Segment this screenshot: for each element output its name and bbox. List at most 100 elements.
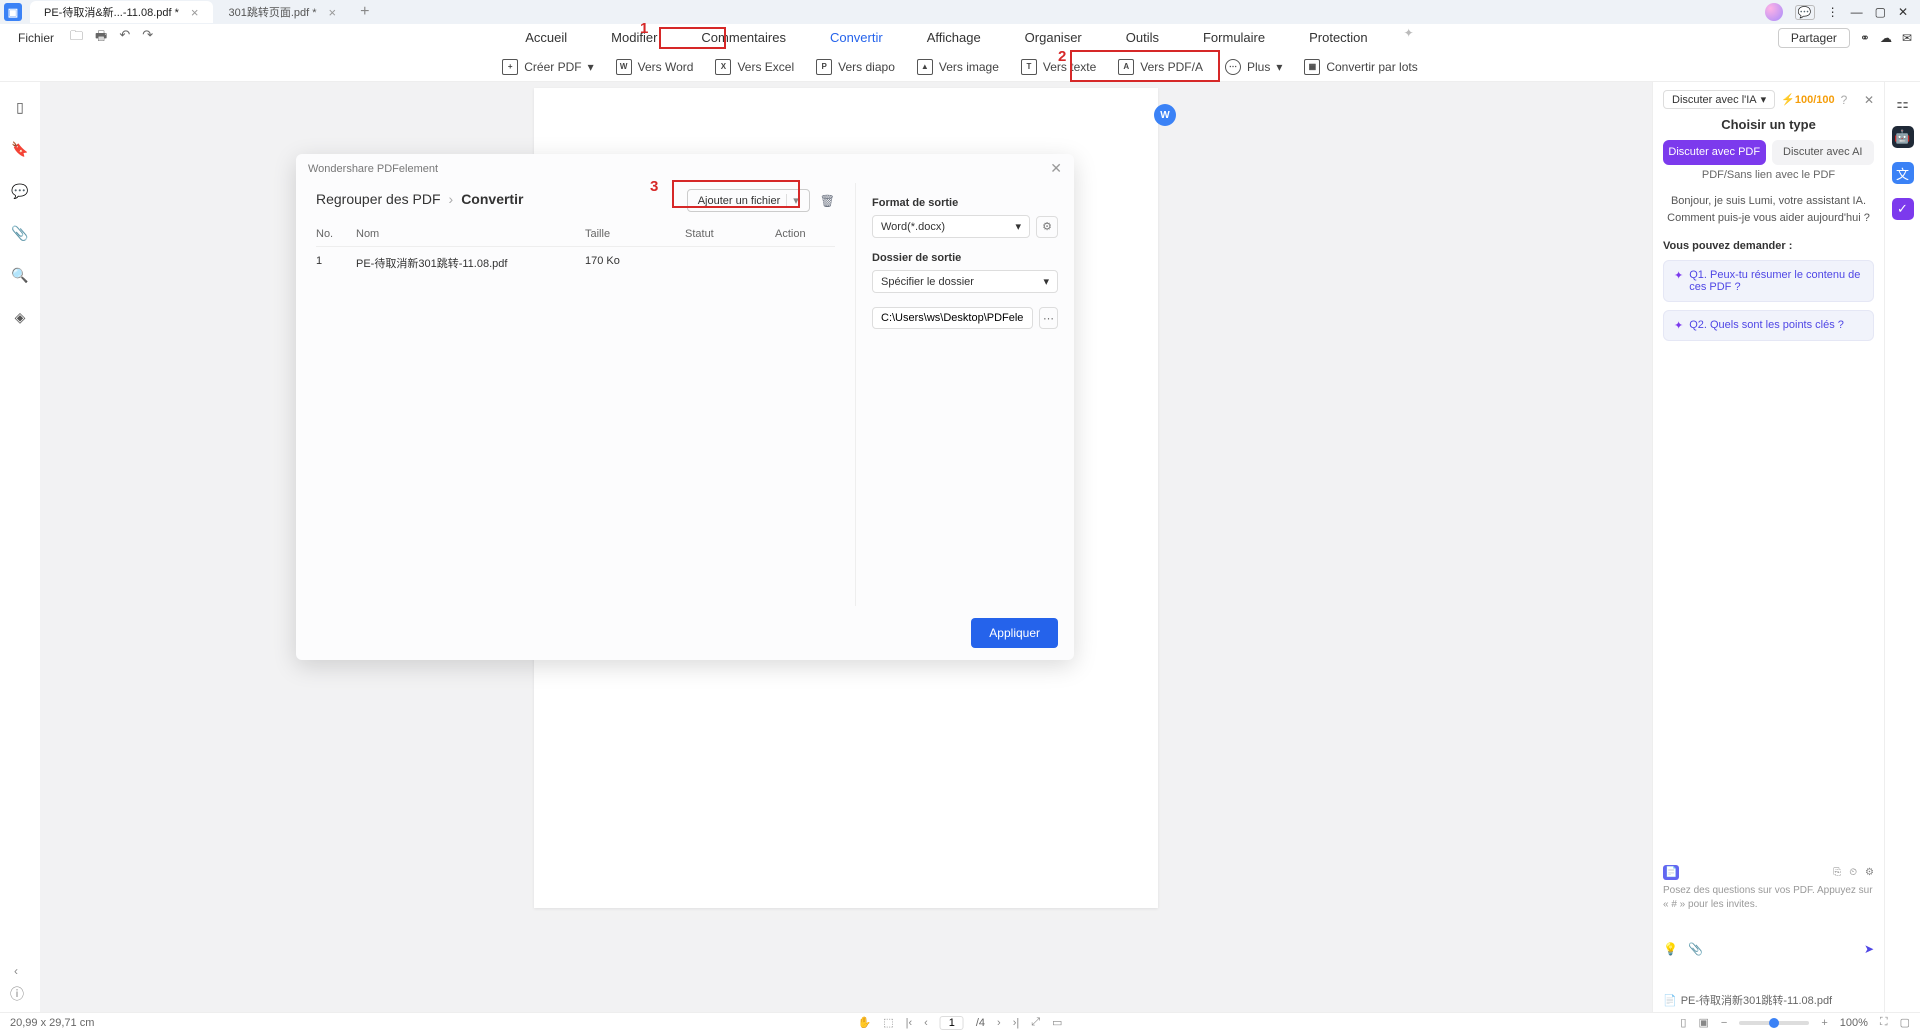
attach-icon[interactable]: 📎 <box>1688 942 1703 956</box>
settings-icon[interactable]: ⚙ <box>1865 867 1874 878</box>
to-diapo-button[interactable]: PVers diapo <box>816 59 895 75</box>
chevron-down-icon[interactable]: ▾ <box>786 194 799 207</box>
next-page-icon[interactable]: › <box>997 1017 1001 1029</box>
layers-icon[interactable]: ◈ <box>11 308 29 326</box>
close-icon[interactable]: × <box>329 5 337 20</box>
file-icon: 📄 <box>1663 994 1677 1007</box>
hand-tool-icon[interactable]: ✋ <box>858 1016 872 1029</box>
translate-icon[interactable]: 文 <box>1892 162 1914 184</box>
path-input[interactable] <box>872 307 1033 329</box>
menu-protection[interactable]: Protection <box>1301 26 1376 49</box>
help-icon[interactable]: ⓘ <box>10 984 24 1004</box>
mail-icon[interactable]: ✉ <box>1902 31 1912 45</box>
document-tab-2[interactable]: 301跳转页面.pdf * × <box>215 1 351 23</box>
more-icon[interactable]: ⋮ <box>1827 5 1839 19</box>
last-page-icon[interactable]: ›| <box>1013 1017 1020 1029</box>
table-row[interactable]: 1 PE-待取消新301跳转-11.08.pdf 170 Ko <box>316 247 835 279</box>
to-word-button[interactable]: WVers Word <box>616 59 694 75</box>
add-tab-button[interactable]: + <box>352 3 377 21</box>
ai-mode-dropdown[interactable]: Discuter avec l'IA ▾ <box>1663 90 1775 109</box>
word-badge-icon[interactable]: W <box>1154 104 1176 126</box>
select-tool-icon[interactable]: ⬚ <box>883 1016 893 1029</box>
cloud-icon[interactable]: ☁ <box>1880 31 1892 45</box>
maximize-icon[interactable]: ▢ <box>1875 5 1886 19</box>
menu-modifier[interactable]: Modifier <box>603 26 665 49</box>
copy-icon[interactable]: ⎘ <box>1833 867 1841 878</box>
zoom-out-icon[interactable]: − <box>1721 1017 1727 1029</box>
fullscreen-icon[interactable]: ⛶ <box>1880 1016 1888 1029</box>
zoom-thumb[interactable] <box>1769 1018 1779 1028</box>
save-icon[interactable]: 🗀 <box>70 27 83 49</box>
menu-organiser[interactable]: Organiser <box>1017 26 1090 49</box>
to-excel-button[interactable]: XVers Excel <box>715 59 794 75</box>
add-file-button[interactable]: Ajouter un fichier ▾ <box>687 189 810 212</box>
zoom-slider[interactable] <box>1739 1021 1809 1025</box>
minimize-icon[interactable]: — <box>1851 5 1863 19</box>
file-menu[interactable]: Fichier <box>8 31 64 45</box>
strip-settings-icon[interactable]: ⚏ <box>1894 94 1912 112</box>
check-icon[interactable]: ✓ <box>1892 198 1914 220</box>
undo-icon[interactable]: ↶ <box>119 27 130 49</box>
chevron-down-icon: ▾ <box>1761 93 1767 106</box>
help-icon[interactable]: ? <box>1841 93 1848 107</box>
format-select[interactable]: Word(*.docx)▾ <box>872 215 1030 238</box>
batch-convert-button[interactable]: ▦Convertir par lots <box>1304 59 1417 75</box>
fit-page-icon[interactable]: ▢ <box>1900 1016 1910 1029</box>
lightbulb-icon[interactable]: ✦ <box>1404 26 1414 49</box>
thumbnails-icon[interactable]: ▯ <box>11 98 29 116</box>
fit-icon[interactable]: ⤢ <box>1031 1016 1040 1029</box>
format-settings-icon[interactable]: ⚙ <box>1036 216 1058 238</box>
menu-formulaire[interactable]: Formulaire <box>1195 26 1273 49</box>
plus-icon: + <box>502 59 518 75</box>
chat-icon[interactable]: 💬 <box>1795 5 1815 20</box>
menu-commentaires[interactable]: Commentaires <box>693 26 794 49</box>
ai-orb-icon[interactable] <box>1765 3 1783 21</box>
send-icon[interactable]: ➤ <box>1864 942 1874 956</box>
redo-icon[interactable]: ↷ <box>142 27 153 49</box>
menu-affichage[interactable]: Affichage <box>919 26 989 49</box>
bookmarks-icon[interactable]: 🔖 <box>11 140 29 158</box>
share-link-icon[interactable]: ⚭ <box>1860 31 1870 45</box>
view-mode-icon[interactable]: ▯ <box>1680 1016 1686 1029</box>
to-pdfa-button[interactable]: AVers PDF/A <box>1118 59 1203 75</box>
doc-icon[interactable]: 📄 <box>1663 865 1679 880</box>
collapse-sidebar-icon[interactable]: ‹ <box>14 964 18 978</box>
browse-icon[interactable]: ⋯ <box>1039 307 1058 329</box>
close-icon[interactable]: × <box>191 5 199 20</box>
comments-icon[interactable]: 💬 <box>11 182 29 200</box>
close-window-icon[interactable]: ✕ <box>1898 5 1908 19</box>
tab-chat-pdf[interactable]: Discuter avec PDF <box>1663 140 1766 165</box>
ai-bot-icon[interactable]: 🤖 <box>1892 126 1914 148</box>
page-input[interactable] <box>940 1016 964 1030</box>
dossier-select[interactable]: Spécifier le dossier▾ <box>872 270 1058 293</box>
print-icon[interactable]: 🖶 <box>95 27 107 49</box>
attachments-icon[interactable]: 📎 <box>11 224 29 242</box>
crumb-root[interactable]: Regrouper des PDF <box>316 191 441 207</box>
to-image-button[interactable]: ▲Vers image <box>917 59 999 75</box>
close-panel-icon[interactable]: ✕ <box>1864 93 1874 107</box>
document-tab-1[interactable]: PE-待取消&新...-11.08.pdf * × <box>30 1 213 23</box>
bulb-icon[interactable]: 💡 <box>1663 942 1678 956</box>
plus-button[interactable]: ⋯Plus▾ <box>1225 59 1282 75</box>
convert-toolbar: +Créer PDF▾ WVers Word XVers Excel PVers… <box>0 52 1920 82</box>
menu-convertir[interactable]: Convertir <box>822 26 891 49</box>
apply-button[interactable]: Appliquer <box>971 618 1058 648</box>
menu-accueil[interactable]: Accueil <box>517 26 575 49</box>
trash-icon[interactable]: 🗑 <box>820 194 835 208</box>
create-pdf-button[interactable]: +Créer PDF▾ <box>502 59 593 75</box>
suggestion-q1[interactable]: Q1. Peux-tu résumer le contenu de ces PD… <box>1663 260 1874 302</box>
read-icon[interactable]: ▭ <box>1052 1016 1062 1029</box>
prev-page-icon[interactable]: ‹ <box>924 1017 928 1029</box>
tab-chat-ai[interactable]: Discuter avec AI <box>1772 140 1875 165</box>
first-page-icon[interactable]: |‹ <box>906 1017 913 1029</box>
search-icon[interactable]: 🔍 <box>11 266 29 284</box>
col-statut: Statut <box>685 228 775 240</box>
status-bar: 20,99 x 29,71 cm ✋ ⬚ |‹ ‹ /4 › ›| ⤢ ▭ ▯ … <box>0 1012 1920 1032</box>
share-button[interactable]: Partager <box>1778 28 1850 48</box>
menu-outils[interactable]: Outils <box>1118 26 1167 49</box>
suggestion-q2[interactable]: Q2. Quels sont les points clés ? <box>1663 310 1874 341</box>
view-mode-2-icon[interactable]: ▣ <box>1698 1016 1708 1029</box>
history-icon[interactable]: ⏲ <box>1849 867 1857 878</box>
dialog-close-icon[interactable]: ✕ <box>1050 160 1062 177</box>
zoom-in-icon[interactable]: + <box>1821 1017 1827 1029</box>
